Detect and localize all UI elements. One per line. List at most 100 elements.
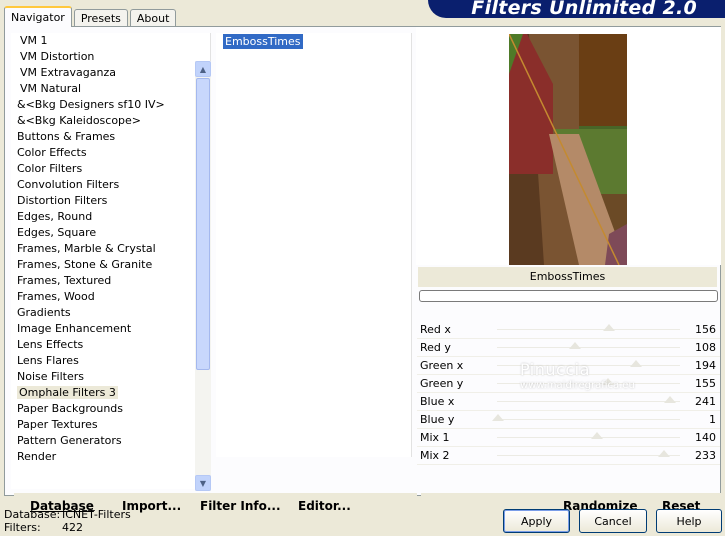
category-item-label: &<Bkg Kaleidoscope> xyxy=(17,114,142,127)
database-status-label: Database: xyxy=(4,508,61,521)
slider-label: Mix 1 xyxy=(420,431,450,444)
category-item[interactable]: Lens Effects xyxy=(11,337,210,353)
category-item-label: Edges, Square xyxy=(17,226,97,239)
category-item[interactable]: Edges, Square xyxy=(11,225,210,241)
slider-value: 156 xyxy=(695,323,716,336)
category-item-label: Lens Flares xyxy=(17,354,79,367)
slider-track[interactable] xyxy=(497,347,680,348)
category-item-label: Omphale Filters 3 xyxy=(17,386,118,399)
tab-navigator[interactable]: Navigator xyxy=(4,6,72,27)
category-item-label: Convolution Filters xyxy=(17,178,120,191)
help-button[interactable]: Help xyxy=(656,509,722,533)
category-item[interactable]: Distortion Filters xyxy=(11,193,210,209)
category-item-label: VM Extravaganza xyxy=(20,66,117,79)
category-item-label: Paper Backgrounds xyxy=(17,402,124,415)
category-item[interactable]: Pattern Generators xyxy=(11,433,210,449)
slider-row[interactable]: Mix 2 233 xyxy=(417,447,720,465)
category-item[interactable]: Render xyxy=(11,449,210,465)
slider-row[interactable]: Red y 108 xyxy=(417,339,720,357)
filter-list[interactable]: EmbossTimes xyxy=(216,33,412,457)
slider-label: Red x xyxy=(420,323,451,336)
category-list[interactable]: VM 1 VM Distortion VM Extravaganza VM Natur… xyxy=(11,33,211,489)
slider-track[interactable] xyxy=(497,383,680,384)
tab-presets[interactable]: Presets xyxy=(73,9,128,27)
category-item[interactable]: Color Effects xyxy=(11,145,210,161)
slider-knob[interactable] xyxy=(663,396,676,403)
slider-knob[interactable] xyxy=(602,324,615,331)
slider-row[interactable]: Green y 155 xyxy=(417,375,720,393)
category-item-label: Image Enhancement xyxy=(17,322,132,335)
category-item-label: Lens Effects xyxy=(17,338,84,351)
category-item[interactable]: Paper Textures xyxy=(11,417,210,433)
scroll-thumb[interactable] xyxy=(196,78,210,370)
slider-row[interactable]: Blue y 1 xyxy=(417,411,720,429)
category-item[interactable]: VM Distortion xyxy=(11,49,210,65)
slider-row[interactable]: Mix 1 140 xyxy=(417,429,720,447)
category-item-label: Frames, Marble & Crystal xyxy=(17,242,156,255)
apply-button[interactable]: Apply xyxy=(503,509,570,533)
category-item[interactable]: Buttons & Frames xyxy=(11,129,210,145)
scroll-up-icon[interactable]: ▲ xyxy=(195,61,211,77)
slider-track[interactable] xyxy=(497,455,680,456)
slider-track[interactable] xyxy=(497,401,680,402)
filter-item-selected[interactable]: EmbossTimes xyxy=(223,34,303,49)
slider-label: Blue y xyxy=(420,413,455,426)
slider-row[interactable]: Red x 156 xyxy=(417,321,720,339)
editor-button[interactable]: Editor... xyxy=(298,499,351,513)
slider-row[interactable]: Green x 194 xyxy=(417,357,720,375)
preview-image xyxy=(509,34,627,265)
category-item[interactable]: Gradients xyxy=(11,305,210,321)
slider-track[interactable] xyxy=(497,365,680,366)
category-item[interactable]: VM 1 xyxy=(11,33,210,49)
category-item[interactable]: Frames, Marble & Crystal xyxy=(11,241,210,257)
slider-value: 155 xyxy=(695,377,716,390)
category-item[interactable]: Omphale Filters 3 xyxy=(11,385,210,401)
status-panel: Database: ICNET-Filters Filters: 422 xyxy=(4,508,131,534)
filters-status-label: Filters: xyxy=(4,521,41,534)
category-item[interactable]: &<Bkg Designers sf10 IV> xyxy=(11,97,210,113)
slider-knob[interactable] xyxy=(630,360,643,367)
category-item[interactable]: Paper Backgrounds xyxy=(11,401,210,417)
category-item[interactable]: Frames, Wood xyxy=(11,289,210,305)
category-scrollbar[interactable]: ▲ ▼ xyxy=(195,61,211,491)
category-item-label: &<Bkg Designers sf10 IV> xyxy=(17,98,165,111)
category-item-label: Render xyxy=(17,450,57,463)
slider-knob[interactable] xyxy=(568,342,581,349)
category-item[interactable]: Edges, Round xyxy=(11,209,210,225)
filter-info-button[interactable]: Filter Info... xyxy=(200,499,281,513)
category-item[interactable]: Color Filters xyxy=(11,161,210,177)
slider-row[interactable]: Blue x 241 xyxy=(417,393,720,411)
slider-knob[interactable] xyxy=(658,450,671,457)
slider-knob[interactable] xyxy=(491,414,504,421)
slider-track[interactable] xyxy=(497,437,680,438)
category-item[interactable]: Frames, Textured xyxy=(11,273,210,289)
category-item[interactable]: VM Natural xyxy=(11,81,210,97)
category-item-label: Paper Textures xyxy=(17,418,98,431)
category-item-label: Color Filters xyxy=(17,162,83,175)
slider-track[interactable] xyxy=(497,419,680,420)
category-item[interactable]: Convolution Filters xyxy=(11,177,210,193)
slider-knob[interactable] xyxy=(591,432,604,439)
slider-track[interactable] xyxy=(497,329,680,330)
category-item[interactable]: Noise Filters xyxy=(11,369,210,385)
category-item-label: VM 1 xyxy=(20,34,48,47)
category-item-label: Frames, Stone & Granite xyxy=(17,258,153,271)
slider-value: 233 xyxy=(695,449,716,462)
category-item[interactable]: &<Bkg Kaleidoscope> xyxy=(11,113,210,129)
category-item[interactable]: Lens Flares xyxy=(11,353,210,369)
banner-title: Filters Unlimited 2.0 xyxy=(471,0,697,19)
category-item[interactable]: Frames, Stone & Granite xyxy=(11,257,210,273)
slider-knob[interactable] xyxy=(602,378,615,385)
category-item-label: Noise Filters xyxy=(17,370,84,383)
category-item[interactable]: VM Extravaganza xyxy=(11,65,210,81)
category-item[interactable]: Image Enhancement xyxy=(11,321,210,337)
slider-label: Mix 2 xyxy=(420,449,450,462)
slider-value: 1 xyxy=(709,413,716,426)
tab-about[interactable]: About xyxy=(129,9,177,27)
slider-label: Blue x xyxy=(420,395,455,408)
progress-bar xyxy=(419,290,718,302)
category-item-label: VM Distortion xyxy=(20,50,95,63)
scroll-down-icon[interactable]: ▼ xyxy=(195,475,211,491)
cancel-button[interactable]: Cancel xyxy=(579,509,647,533)
slider-label: Green x xyxy=(420,359,464,372)
